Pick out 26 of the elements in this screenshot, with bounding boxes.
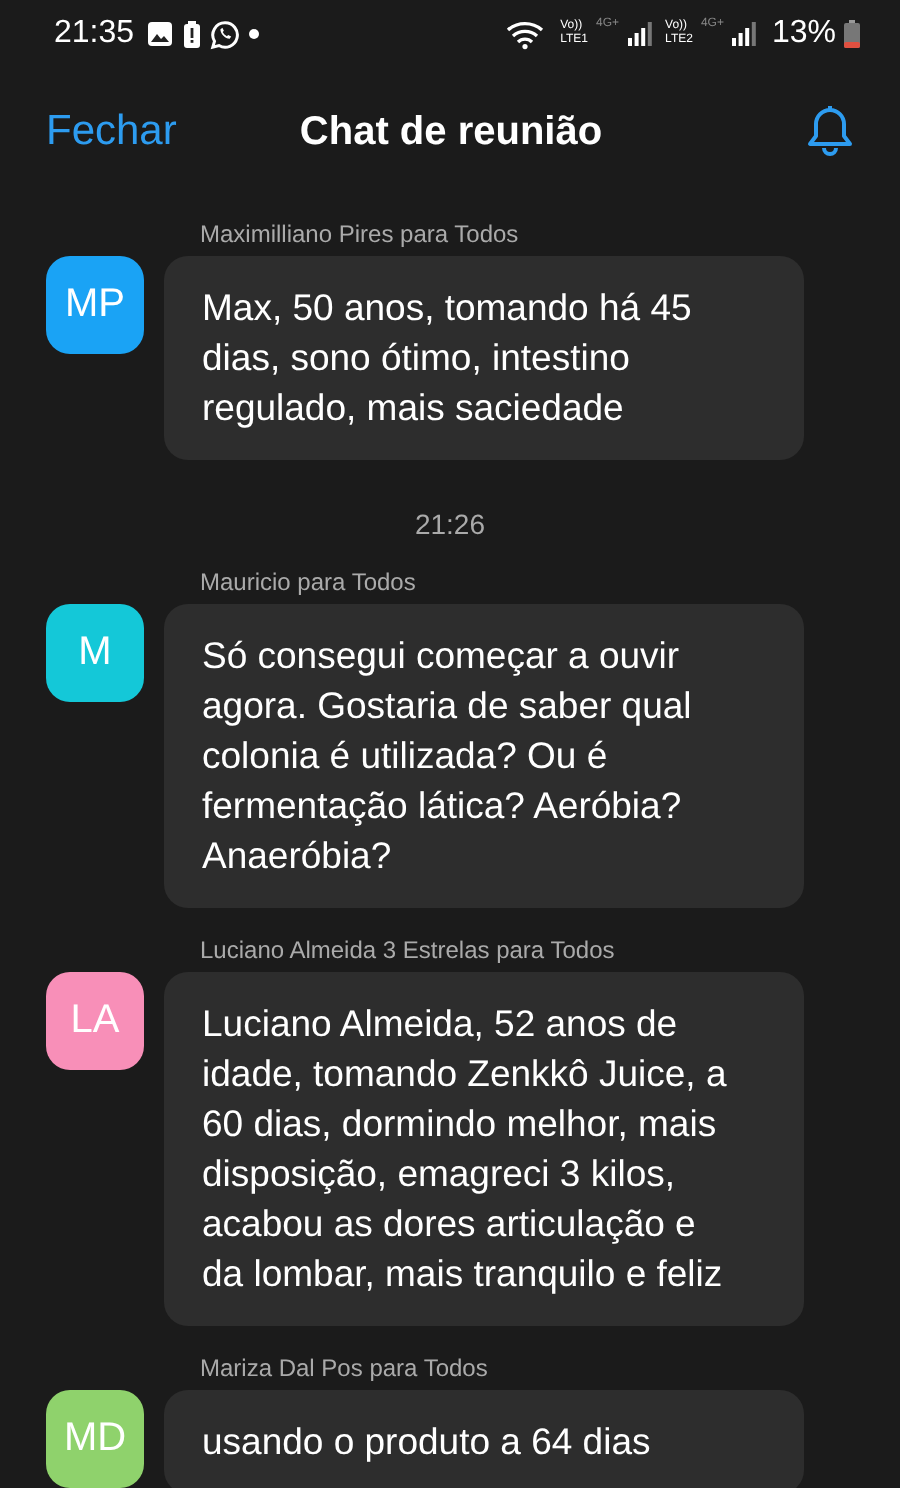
close-button[interactable]: Fechar (46, 108, 177, 156)
timestamp: 21:26 (412, 506, 488, 540)
sender-name: Mariza Dal Pos para Todos (200, 1354, 490, 1382)
message-bubble: usando o produto a 64 dias (164, 1390, 804, 1488)
message-bubble: Luciano Almeida, 52 anos de idade, tomando Zenkkô Juice, a 60 dias, dormindo melhor, mais disposição, emagreci 3 kilos, acabou as dores articulação e da lombar, mais tranquilo e feliz (164, 972, 804, 1326)
battery-percentage: 13% (771, 16, 836, 52)
battery-icon (844, 20, 860, 48)
bell-icon[interactable] (804, 104, 856, 160)
signal-icon (627, 22, 652, 46)
dot-icon (248, 28, 261, 40)
signal-icon (731, 22, 756, 46)
avatar: M (46, 604, 144, 702)
sender-name: Maximilliano Pires para Todos (200, 220, 521, 248)
sender-name: Mauricio para Todos (200, 568, 418, 596)
sender-name: Luciano Almeida 3 Estrelas para Todos (200, 936, 617, 964)
message-bubble: Só consegui começar a ouvir agora. Gostaria de saber qual colonia é utilizada? Ou é fermentação lática? Aeróbia? Anaeróbia? (164, 604, 804, 908)
message-bubble: Max, 50 anos, tomando há 45 dias, sono ótimo, intestino regulado, mais saciedade (164, 256, 804, 460)
chat-title: Chat de reunião (299, 109, 603, 155)
battery-alert-icon (182, 20, 203, 48)
avatar: LA (46, 972, 144, 1070)
wifi-icon (506, 19, 547, 49)
image-icon (146, 20, 175, 48)
avatar: MD (46, 1390, 144, 1488)
avatar: MP (46, 256, 144, 354)
clock: 21:35 (54, 16, 135, 52)
chat-bubble-icon (210, 19, 241, 49)
